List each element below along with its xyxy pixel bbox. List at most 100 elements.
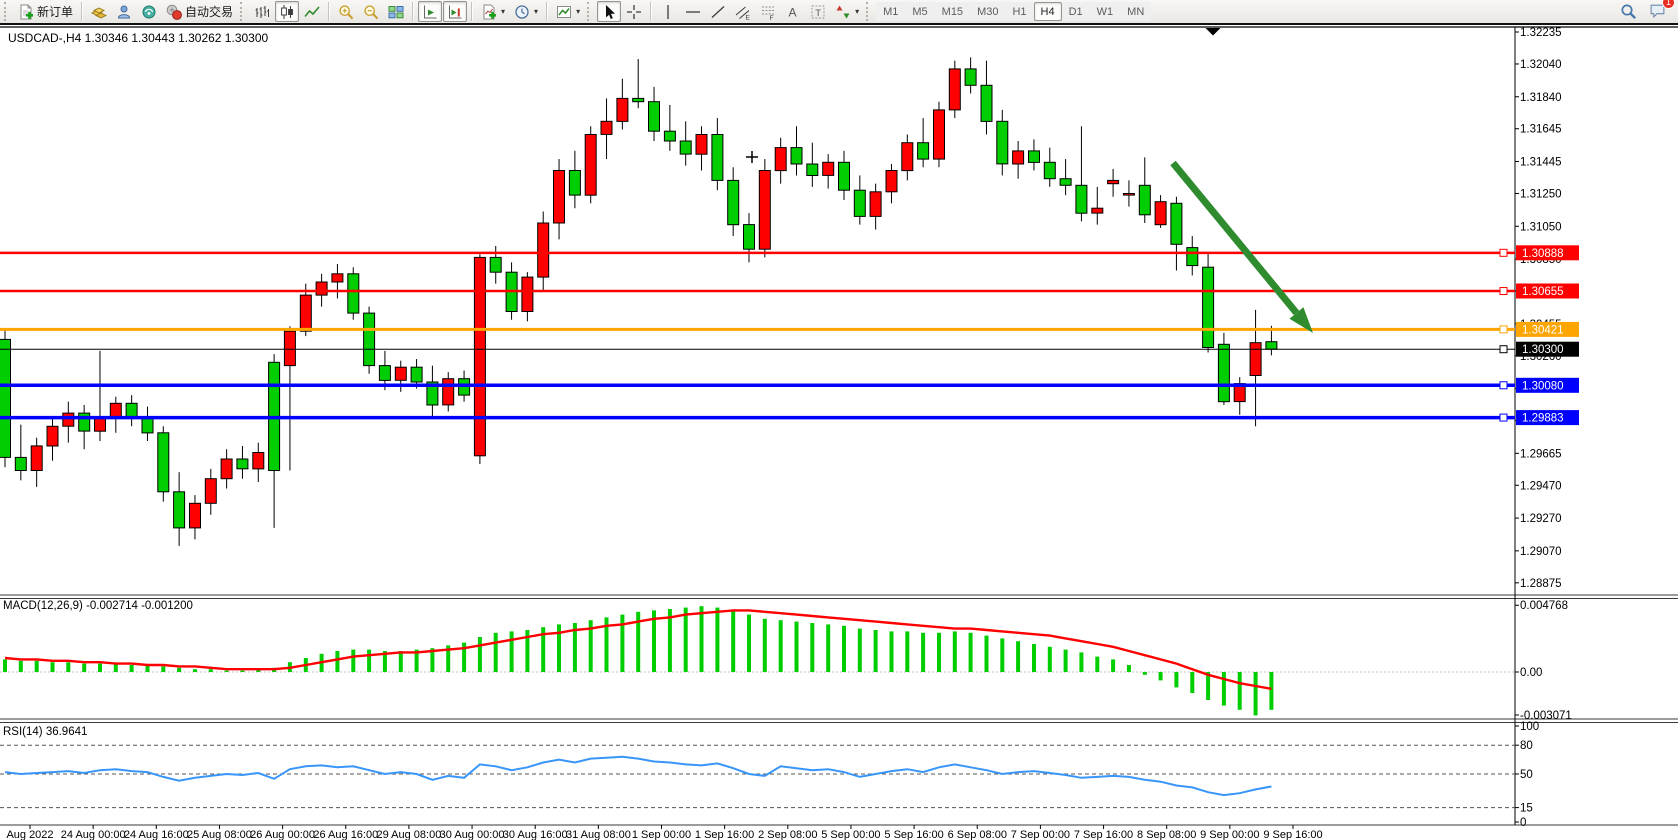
new-order-label: 新订单 [37,3,73,20]
chart-shift-button[interactable] [443,1,467,22]
zoom-in-icon [338,4,354,20]
mt4-window: 新订单 自动交易 [0,0,1678,840]
dropdown-caret-icon: ▾ [534,7,538,16]
timeframe-d1[interactable]: D1 [1062,2,1090,21]
arrows-button[interactable]: ▾ [831,1,863,22]
text-button[interactable]: A [781,1,805,22]
svg-text:1.29470: 1.29470 [1520,480,1562,492]
svg-text:1.29883: 1.29883 [1522,413,1564,425]
macd-indicator-label: MACD(12,26,9) -0.002714 -0.001200 [3,600,193,612]
chart-shift-icon [447,4,463,20]
auto-trading-button[interactable]: 自动交易 [162,1,237,22]
fibonacci-icon: F [760,4,776,20]
bar-chart-icon [254,4,270,20]
timeframe-h1[interactable]: H1 [1005,2,1033,21]
svg-text:29 Aug 08:00: 29 Aug 08:00 [376,829,441,840]
dropdown-caret-icon: ▾ [501,7,505,16]
price-line-labels: 1.308881.306551.304211.303001.300801.298… [1516,245,1579,425]
zoom-out-button[interactable] [359,1,383,22]
periods-clock-icon [514,4,530,20]
crosshair-button[interactable] [622,1,646,22]
horizontal-line-button[interactable] [681,1,705,22]
svg-text:1.29270: 1.29270 [1520,513,1562,525]
chart-shift-marker[interactable] [1206,28,1221,36]
dropdown-caret-icon: ▾ [855,7,859,16]
search-button[interactable] [1616,1,1641,22]
svg-text:1.30300: 1.30300 [1522,344,1564,356]
toolbar-grip[interactable] [240,2,247,21]
timeframe-mn[interactable]: MN [1120,2,1151,21]
svg-text:0.00: 0.00 [1520,667,1542,679]
time-axis: Aug 2022 24 Aug 00:0024 Aug 16:0025 Aug 0… [6,825,1322,840]
svg-text:30 Aug 16:00: 30 Aug 16:00 [503,829,568,840]
separator [471,2,473,21]
svg-text:1 Sep 16:00: 1 Sep 16:00 [695,829,754,840]
svg-text:1 Sep 00:00: 1 Sep 00:00 [632,829,691,840]
svg-text:8 Sep 08:00: 8 Sep 08:00 [1137,829,1196,840]
zoom-out-icon [363,4,379,20]
new-order-icon [18,4,34,20]
candlestick-chart-button[interactable] [275,1,299,22]
bar-chart-button[interactable] [250,1,274,22]
new-order-button[interactable]: 新订单 [14,1,77,22]
svg-text:24 Aug 00:00: 24 Aug 00:00 [61,829,126,840]
chart-canvas[interactable]: 1.322351.320401.318401.316451.314451.312… [0,0,1678,840]
navigator-icon [141,4,157,20]
svg-text:24 Aug 16:00: 24 Aug 16:00 [124,829,189,840]
svg-text:Aug 2022: Aug 2022 [6,829,53,840]
svg-text:100: 100 [1520,721,1539,733]
timeframe-group: M1M5M15M30H1H4D1W1MN [876,2,1151,21]
vertical-line-button[interactable] [656,1,680,22]
text-label-icon: T [810,4,826,20]
timeframe-h4[interactable]: H4 [1034,2,1062,21]
add-indicator-button[interactable]: ▾ [477,1,509,22]
rsi-indicator-label: RSI(14) 36.9641 [3,726,87,738]
svg-text:1.32040: 1.32040 [1520,59,1562,71]
svg-text:25 Aug 08:00: 25 Aug 08:00 [187,829,252,840]
timeframe-m5[interactable]: M5 [905,2,934,21]
timeframe-m1[interactable]: M1 [876,2,905,21]
auto-scroll-button[interactable] [418,1,442,22]
svg-text:80: 80 [1520,740,1533,752]
separator [81,2,83,21]
svg-text:6 Sep 08:00: 6 Sep 08:00 [948,829,1007,840]
rsi-line [5,757,1271,795]
toolbar-grip[interactable] [587,2,594,21]
market-watch-button[interactable] [87,1,111,22]
line-chart-button[interactable] [300,1,324,22]
svg-text:1.30421: 1.30421 [1522,324,1564,336]
toolbar-grip[interactable] [4,2,11,21]
text-label-button[interactable]: T [806,1,830,22]
arrows-icon [835,4,851,20]
tile-windows-button[interactable] [384,1,408,22]
equidistant-channel-button[interactable]: E [731,1,755,22]
svg-text:26 Aug 16:00: 26 Aug 16:00 [313,829,378,840]
auto-trading-label: 自动交易 [185,3,233,20]
data-window-button[interactable] [112,1,136,22]
cursor-button[interactable] [597,1,621,22]
toolbar: 新订单 自动交易 [0,0,1678,25]
svg-text:2 Sep 08:00: 2 Sep 08:00 [758,829,817,840]
svg-text:E: E [746,14,751,20]
notification-badge: 1 [1662,0,1675,9]
text-icon: A [785,4,801,20]
zoom-in-button[interactable] [334,1,358,22]
timeframe-w1[interactable]: W1 [1090,2,1121,21]
svg-text:F: F [770,14,774,19]
tile-windows-icon [388,4,404,20]
fibonacci-button[interactable]: F [756,1,780,22]
svg-text:50: 50 [1520,769,1533,781]
search-icon [1620,3,1637,20]
svg-text:15: 15 [1520,803,1533,815]
navigator-button[interactable] [137,1,161,22]
separator [650,2,652,21]
timeframe-m15[interactable]: M15 [935,2,970,21]
horizontal-level-lines[interactable] [0,249,1515,421]
svg-text:1.30888: 1.30888 [1522,248,1564,260]
periods-button[interactable]: ▾ [510,1,542,22]
template-button[interactable]: ▾ [552,1,584,22]
trendline-button[interactable] [706,1,730,22]
svg-text:7 Sep 00:00: 7 Sep 00:00 [1011,829,1070,840]
timeframe-m30[interactable]: M30 [970,2,1005,21]
toolbar-grip[interactable] [866,2,873,21]
